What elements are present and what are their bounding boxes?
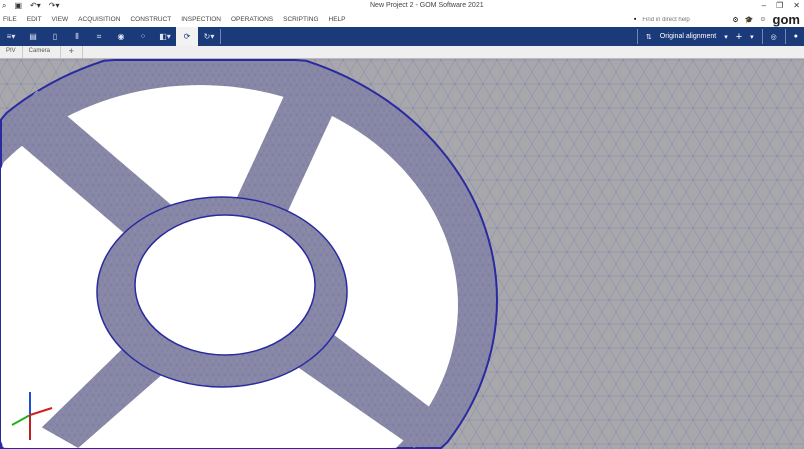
close-button[interactable]: ✕ [793, 1, 800, 10]
menu-help[interactable]: HELP [329, 16, 346, 23]
redo-icon[interactable]: ↷▾ [49, 1, 60, 11]
add-tab-button[interactable]: + [61, 46, 83, 58]
rotate-icon[interactable]: ↻▾ [198, 32, 220, 41]
hamburger-menu-icon[interactable]: ≡▾ [0, 32, 22, 41]
window-title: New Project 2 - GOM Software 2021 [370, 2, 484, 9]
3d-viewport[interactable] [0, 59, 804, 449]
alignment-dropdown[interactable]: Original alignment [660, 33, 716, 40]
menu-view[interactable]: VIEW [52, 16, 69, 23]
search-icon[interactable]: ⌕ [2, 1, 6, 11]
tab-camera[interactable]: Camera [23, 46, 61, 58]
part-hub [96, 196, 348, 388]
explorer-icon[interactable]: ▤ [22, 32, 44, 41]
chevron-down-icon[interactable]: ▾ [724, 33, 728, 41]
academy-icon[interactable]: 🎓 [745, 16, 754, 24]
columns-icon[interactable]: ⦀ [66, 32, 88, 42]
maximize-button[interactable]: ❐ [776, 1, 783, 10]
menu-file[interactable]: FILE [3, 16, 17, 23]
menu-scripting[interactable]: SCRIPTING [283, 16, 318, 23]
gift-icon[interactable]: ▪ [634, 16, 636, 23]
view-icon[interactable]: ◎ [771, 33, 777, 41]
menu-acquisition[interactable]: ACQUISITION [78, 16, 120, 23]
chevron-down-icon[interactable]: ▾ [750, 33, 754, 41]
tools-icon[interactable]: ⚙ [732, 16, 738, 24]
toolbar: ≡▾ ▤ ▯ ⦀ ⌗ ◉ ⁘ ◧▾ ⟳ ↻▾ ⇅ Original alignm… [0, 27, 804, 46]
points-icon[interactable]: ⁘ [132, 32, 154, 41]
document-icon[interactable]: ▯ [44, 32, 66, 41]
refresh-icon[interactable]: ⟳ [176, 27, 198, 46]
menu-edit[interactable]: EDIT [27, 16, 42, 23]
help-area: ▪ ⚙ 🎓 ☺ gom [634, 12, 804, 27]
tab-bar: PIV Camera + [0, 46, 804, 59]
menu-inspection[interactable]: INSPECTION [181, 16, 221, 23]
add-icon[interactable]: + [736, 31, 742, 43]
menu-operations[interactable]: OPERATIONS [231, 16, 273, 23]
tab-piv[interactable]: PIV [0, 46, 23, 58]
minimize-button[interactable]: – [762, 1, 766, 10]
light-icon[interactable]: ● [794, 33, 798, 40]
menu-construct[interactable]: CONSTRUCT [130, 16, 171, 23]
user-icon[interactable]: ☺ [759, 16, 766, 23]
crop-icon[interactable]: ⌗ [88, 32, 110, 42]
gom-logo: gom [772, 12, 800, 27]
alignment-icon: ⇅ [645, 33, 652, 41]
layout-icon[interactable]: ◧▾ [154, 32, 176, 41]
help-search-input[interactable] [642, 14, 727, 25]
title-bar: ⌕ ▣ ↶▾ ↷▾ New Project 2 - GOM Software 2… [0, 0, 804, 12]
save-icon[interactable]: ▣ [14, 1, 22, 11]
camera-icon[interactable]: ◉ [110, 32, 132, 41]
undo-icon[interactable]: ↶▾ [30, 1, 41, 11]
